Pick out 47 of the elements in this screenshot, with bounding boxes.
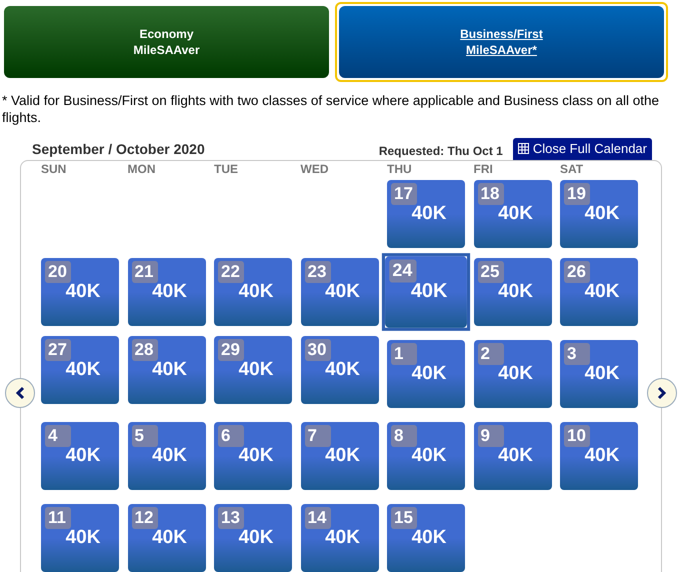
weekday-label: THU — [387, 162, 413, 176]
date-cell[interactable]: 1 40K — [387, 340, 465, 408]
fare-tab[interactable]: Economy MileSAAver — [4, 6, 329, 78]
weekday-label: MON — [128, 162, 156, 176]
date-cell[interactable]: 17 40K — [387, 180, 465, 248]
requested-date: Requested: Thu Oct 1 — [378, 142, 503, 160]
date-cell[interactable]: 10 40K — [560, 422, 638, 490]
close-calendar-button[interactable]: Close Full Calendar — [512, 138, 652, 160]
fare-tab[interactable]: Business/First MileSAAver* — [339, 6, 664, 78]
date-cell[interactable]: 29 40K — [214, 336, 292, 404]
date-cell[interactable]: 5 40K — [128, 422, 206, 490]
date-cell[interactable]: 7 40K — [300, 422, 378, 490]
date-cell[interactable]: 12 40K — [128, 504, 206, 572]
weekday-label: SAT — [560, 162, 584, 176]
previous-button[interactable] — [5, 378, 35, 408]
date-cell[interactable]: 21 40K — [128, 258, 206, 326]
weekday-label: TUE — [214, 162, 239, 176]
next-button[interactable] — [647, 378, 677, 408]
grid-icon — [518, 143, 529, 154]
date-cell[interactable]: 8 40K — [387, 422, 465, 490]
date-cell[interactable]: 6 40K — [214, 422, 292, 490]
date-cell[interactable]: 27 40K — [41, 336, 119, 404]
date-cell[interactable]: 28 40K — [128, 336, 206, 404]
date-cell[interactable]: 14 40K — [300, 504, 378, 572]
date-cell[interactable]: 4 40K — [41, 422, 119, 490]
date-cell[interactable]: 15 40K — [387, 504, 465, 572]
chevron-left-icon — [15, 386, 25, 400]
date-cell[interactable]: 11 40K — [41, 504, 119, 572]
date-cell[interactable]: 23 40K — [300, 258, 378, 326]
date-cell[interactable]: 2 40K — [474, 340, 552, 408]
date-cell[interactable]: 13 40K — [214, 504, 292, 572]
date-cell[interactable]: 18 40K — [474, 180, 552, 248]
date-cell[interactable]: 9 40K — [474, 422, 552, 490]
weekday-label: WED — [300, 162, 330, 176]
footnote: * Valid for Business/First on flights with two classes of service where applicable and Business class on all othe flights. — [1, 92, 660, 126]
weekday-label: FRI — [474, 162, 494, 176]
date-cell[interactable]: 24 40K — [385, 256, 467, 328]
date-cell[interactable]: 3 40K — [560, 340, 638, 408]
chevron-right-icon — [657, 386, 667, 400]
date-cell[interactable]: 26 40K — [560, 258, 638, 326]
date-cell[interactable]: 20 40K — [41, 258, 119, 326]
weekday-label: SUN — [41, 162, 68, 176]
date-cell[interactable]: 22 40K — [214, 258, 292, 326]
calendar-title: September / October 2020 — [32, 140, 205, 159]
date-cell[interactable]: 30 40K — [300, 336, 378, 404]
date-cell[interactable]: 19 40K — [560, 180, 638, 248]
date-cell[interactable]: 25 40K — [474, 258, 552, 326]
